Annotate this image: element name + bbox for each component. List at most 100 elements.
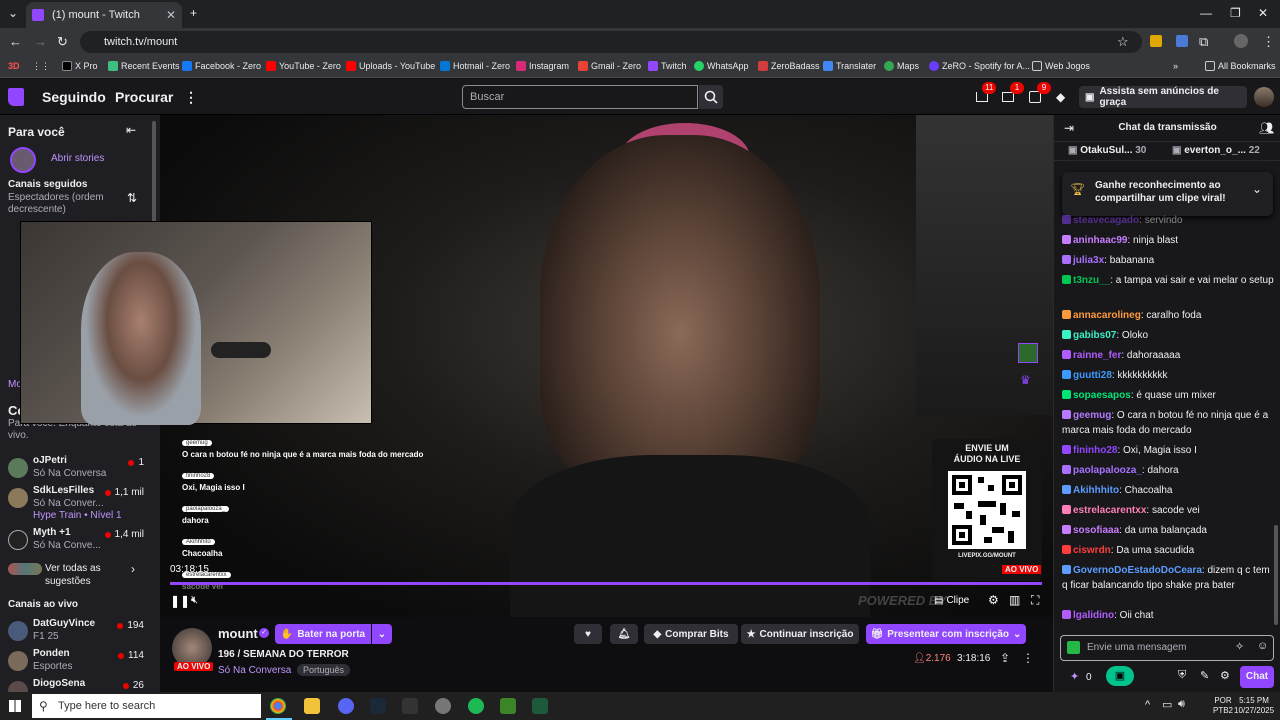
emote-smile-icon[interactable]: ☺ bbox=[1257, 640, 1268, 652]
buy-bits-button[interactable]: ◆ Comprar Bits bbox=[644, 624, 738, 644]
reload-icon[interactable]: ↻ bbox=[57, 34, 68, 50]
send-chat-button[interactable]: Chat bbox=[1240, 666, 1274, 688]
file-explorer-icon[interactable] bbox=[304, 698, 320, 714]
crown-icon[interactable]: ◆ bbox=[1056, 90, 1065, 104]
chat-username[interactable]: fininho28 bbox=[1073, 445, 1117, 456]
chat-username[interactable]: annacarolineg bbox=[1073, 310, 1141, 321]
extension-overlay-icon[interactable] bbox=[1018, 343, 1038, 363]
bookmark-3d[interactable]: 3D bbox=[8, 61, 20, 71]
windows-start-icon[interactable] bbox=[9, 700, 21, 712]
bookmark[interactable]: Recent Events bbox=[108, 61, 180, 71]
bookmark[interactable]: Translater bbox=[823, 61, 876, 71]
bookmark[interactable]: Gmail - Zero bbox=[578, 61, 641, 71]
chat-badge-icon[interactable] bbox=[1062, 215, 1071, 224]
whispers-icon[interactable] bbox=[1002, 92, 1014, 102]
bookmark-folder[interactable]: Web Jogos bbox=[1032, 61, 1090, 71]
video-progress-bar[interactable] bbox=[170, 582, 1042, 585]
live-channel[interactable]: DiogoSena 26 bbox=[8, 678, 148, 692]
community-icon[interactable]: 👥︎ bbox=[1259, 121, 1274, 135]
open-stories-link[interactable]: Abrir stories bbox=[51, 153, 104, 164]
chat-username[interactable]: ciswrdn bbox=[1073, 545, 1111, 556]
chat-badge-icon[interactable] bbox=[1062, 445, 1071, 454]
chevron-down-icon[interactable]: ⌄ bbox=[1252, 182, 1262, 196]
forward-icon[interactable]: → bbox=[34, 34, 47, 49]
close-window-icon[interactable]: ✕ bbox=[1258, 6, 1268, 20]
new-tab-icon[interactable]: + bbox=[190, 6, 197, 20]
live-channel[interactable]: Ponden Esportes 114 bbox=[8, 648, 148, 682]
viral-clip-banner[interactable]: 🏆︎ Ganhe reconhecimento ao compartilhar … bbox=[1062, 172, 1273, 216]
clock[interactable]: 5:15 PM 10/27/2025 bbox=[1234, 696, 1274, 716]
theatre-mode-icon[interactable]: ▥ bbox=[1009, 593, 1020, 607]
continue-sub-button[interactable]: ★ Continuar inscrição bbox=[741, 624, 859, 644]
chat-badge-icon[interactable] bbox=[1062, 505, 1071, 514]
sort-toggle-icon[interactable]: ⇅ bbox=[127, 191, 137, 205]
close-tab-icon[interactable]: ✕ bbox=[166, 8, 176, 22]
url-field[interactable]: twitch.tv/mount bbox=[80, 31, 1142, 53]
chat-badge-icon[interactable] bbox=[1062, 545, 1071, 554]
bookmark[interactable]: Maps bbox=[884, 61, 919, 71]
chat-username[interactable]: aninhaac99 bbox=[1073, 235, 1127, 246]
chat-username[interactable]: estrelacarentxx bbox=[1073, 505, 1146, 516]
badge-icon[interactable] bbox=[1067, 641, 1080, 654]
chat-badge-icon[interactable] bbox=[1062, 390, 1071, 399]
nav-following[interactable]: Seguindo bbox=[42, 89, 106, 105]
chat-input[interactable]: Envie uma mensagem ✧ ☺ bbox=[1060, 635, 1274, 661]
pencil-icon[interactable]: ✎ bbox=[1200, 669, 1209, 682]
network-icon[interactable]: ▭ bbox=[1162, 698, 1172, 711]
chat-username[interactable]: rainne_fer bbox=[1073, 350, 1121, 361]
gift-points-icon[interactable]: ▣ bbox=[1106, 666, 1134, 686]
chat-badge-icon[interactable] bbox=[1062, 275, 1071, 284]
magic-wand-icon[interactable]: ✧ bbox=[1235, 640, 1244, 653]
language-tag[interactable]: Português bbox=[297, 664, 351, 676]
pause-icon[interactable]: ❚❚ bbox=[170, 594, 190, 608]
chat-badge-icon[interactable] bbox=[1062, 330, 1071, 339]
extensions-puzzle-icon[interactable]: ⧉ bbox=[1199, 34, 1208, 50]
discord-icon[interactable] bbox=[338, 698, 354, 714]
nav-browse[interactable]: Procurar bbox=[115, 89, 173, 105]
xbox-icon[interactable] bbox=[532, 698, 548, 714]
chat-username[interactable]: steavecagado bbox=[1073, 215, 1139, 226]
chat-badge-icon[interactable] bbox=[1062, 310, 1071, 319]
top-gifter[interactable]: ▣ everton_o_... 22 bbox=[1172, 145, 1260, 156]
search-button[interactable] bbox=[699, 85, 723, 109]
taskbar-search[interactable]: Type here to search bbox=[32, 694, 261, 718]
apps-grid-icon[interactable]: ⋮⋮ bbox=[32, 61, 50, 72]
see-all-suggestions[interactable]: Ver todas as sugestões › bbox=[8, 559, 148, 587]
recommended-channel[interactable]: SdkLesFilles Só Na Conver... Hype Train … bbox=[8, 485, 148, 523]
all-bookmarks[interactable]: All Bookmarks bbox=[1205, 61, 1276, 71]
chat-username[interactable]: Akihhhito bbox=[1073, 485, 1119, 496]
back-icon[interactable]: ← bbox=[9, 34, 22, 49]
chat-badge-icon[interactable] bbox=[1062, 610, 1071, 619]
chat-username[interactable]: t3nzu__ bbox=[1073, 275, 1110, 286]
shield-icon[interactable]: ⛨ bbox=[1178, 669, 1186, 682]
bookmark[interactable]: Instagram bbox=[516, 61, 569, 71]
epic-games-icon[interactable] bbox=[402, 698, 418, 714]
chat-badge-icon[interactable] bbox=[1062, 525, 1071, 534]
notification-bell-icon[interactable]: 🔔︎ bbox=[610, 624, 638, 644]
chat-username[interactable]: sosofiaaa bbox=[1073, 525, 1119, 536]
chat-username[interactable]: geemug bbox=[1073, 410, 1111, 421]
search-input[interactable]: Buscar bbox=[462, 85, 698, 109]
chat-username[interactable]: GovernoDoEstadoDoCeara bbox=[1073, 565, 1202, 576]
app-icon[interactable] bbox=[435, 698, 451, 714]
bookmark[interactable]: Uploads - YouTube bbox=[346, 61, 435, 71]
fullscreen-icon[interactable]: ⛶ bbox=[1031, 593, 1039, 608]
tab-search-icon[interactable]: ⌄ bbox=[8, 6, 18, 20]
crown-overlay-icon[interactable]: ♛ bbox=[1020, 373, 1031, 387]
twitch-logo-icon[interactable] bbox=[8, 88, 24, 106]
settings-gear-icon[interactable]: ⚙ bbox=[988, 593, 999, 607]
chat-badge-icon[interactable] bbox=[1062, 410, 1071, 419]
chat-username[interactable]: lgalidino bbox=[1073, 610, 1114, 621]
follow-heart-icon[interactable]: ♥ bbox=[574, 624, 602, 644]
gift-sub-button[interactable]: 🎁︎ Presentear com inscrição ⌄ bbox=[866, 624, 1026, 644]
chat-badge-icon[interactable] bbox=[1062, 485, 1071, 494]
bookmark[interactable]: ZeRO - Spotify for A... bbox=[929, 61, 1030, 71]
chat-badge-icon[interactable] bbox=[1062, 255, 1071, 264]
chevron-down-icon[interactable]: ⌄ bbox=[372, 624, 392, 644]
tray-chevron-icon[interactable]: ^ bbox=[1145, 699, 1150, 711]
chat-badge-icon[interactable] bbox=[1062, 565, 1071, 574]
user-avatar[interactable] bbox=[1254, 87, 1274, 107]
more-options-icon[interactable]: ⋮ bbox=[1022, 651, 1034, 665]
bookmark[interactable]: Hotmail - Zero bbox=[440, 61, 510, 71]
bookmark[interactable]: WhatsApp bbox=[694, 61, 749, 71]
